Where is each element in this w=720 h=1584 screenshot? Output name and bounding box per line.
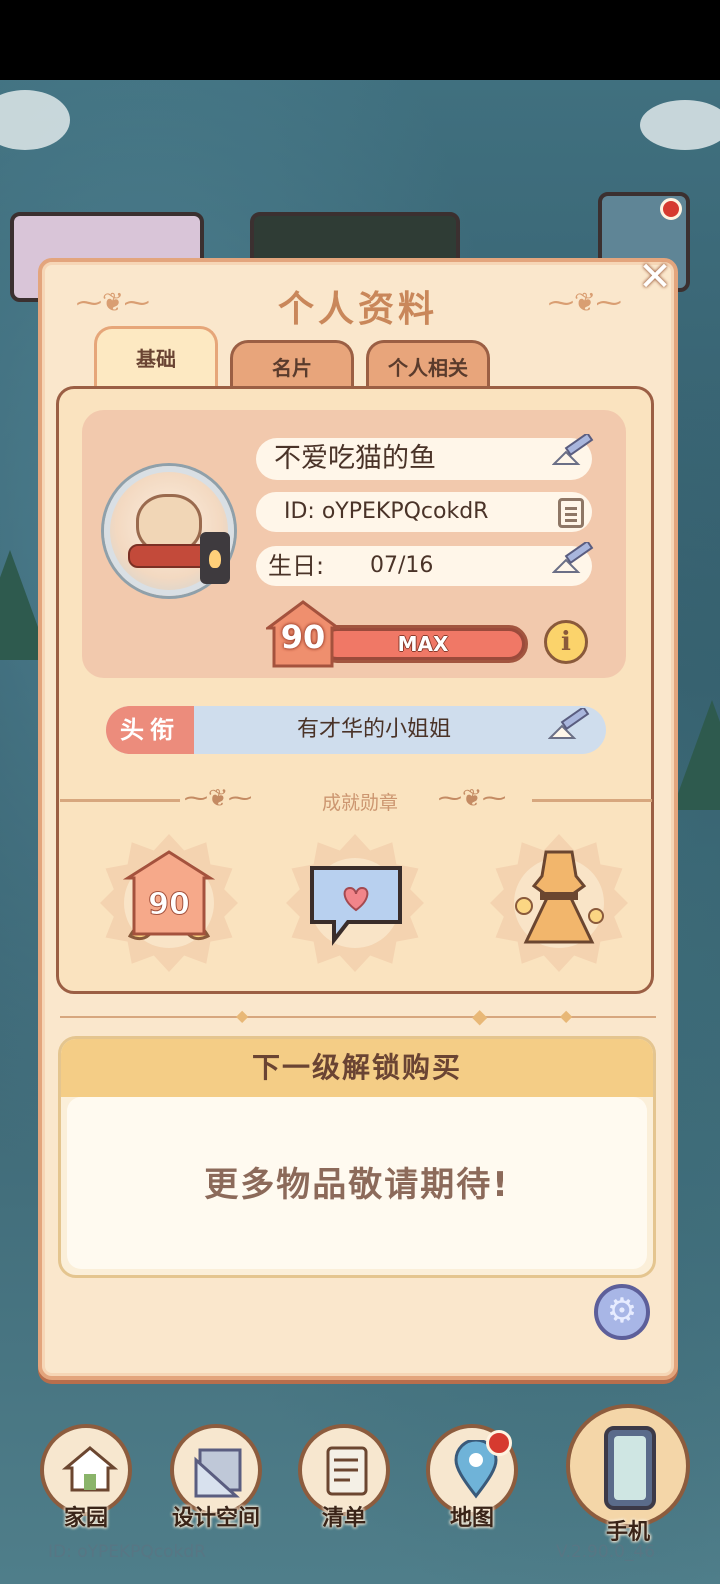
unlock-message: 更多物品敬请期待! <box>204 1165 510 1205</box>
footer-version: V.2.90.0_46 <box>556 1542 656 1562</box>
level-max-label: MAX <box>397 632 449 656</box>
edit-birthday-pencil-icon[interactable] <box>552 542 596 576</box>
footer-player-id: ID: oYPEKPQcokdR <box>48 1542 206 1562</box>
medal-level-text: 90 <box>148 887 190 922</box>
lantern-icon <box>200 532 230 584</box>
background-snow <box>0 90 70 150</box>
edit-title-pencil-icon[interactable] <box>548 708 592 742</box>
background-notification-dot <box>660 198 682 220</box>
title-label: 头衔 <box>106 706 194 754</box>
background-snow <box>640 100 720 150</box>
tab-basic[interactable]: 基础 <box>94 326 218 388</box>
birthday-field: 生日: 07/16 <box>256 546 592 586</box>
title-ornament-right: ⁓❦⁓ <box>548 288 622 318</box>
nav-map-label: 地图 <box>449 1506 494 1531</box>
info-icon[interactable]: i <box>544 620 588 664</box>
nav-home-label: 家园 <box>63 1506 108 1531</box>
player-name: 不爱吃猫的鱼 <box>274 443 436 474</box>
nav-list-label: 清单 <box>321 1506 366 1531</box>
name-field: 不爱吃猫的鱼 <box>256 438 592 480</box>
medal-dress[interactable] <box>490 834 628 972</box>
player-id: ID: oYPEKPQcokdR <box>284 499 489 524</box>
level-badge: 90 <box>263 600 343 668</box>
tab-personal-label: 个人相关 <box>388 356 468 380</box>
birthday-value: 07/16 <box>370 553 434 578</box>
copy-id-icon[interactable] <box>558 498 584 528</box>
section-divider-right <box>532 799 652 802</box>
level-number: 90 <box>280 618 326 656</box>
title-value: 有才华的小姐姐 <box>296 717 451 742</box>
tab-card[interactable]: 名片 <box>230 340 354 388</box>
title-row: 头衔 有才华的小姐姐 <box>106 706 606 754</box>
id-field: ID: oYPEKPQcokdR <box>256 492 592 532</box>
map-notification-dot <box>486 1430 512 1456</box>
tab-basic-label: 基础 <box>136 347 176 371</box>
unlock-box: 下一级解锁购买 更多物品敬请期待! <box>58 1036 656 1278</box>
level-90-medal-icon: 90 <box>122 850 216 941</box>
level-progress-bar: MAX <box>318 625 528 663</box>
ruler-icon <box>194 1448 242 1498</box>
unlock-body: 更多物品敬请期待! <box>67 1097 647 1269</box>
tab-card-label: 名片 <box>272 356 312 380</box>
divider-diamond-icon: ◆ <box>560 1006 573 1025</box>
divider-diamond-icon: ◆ <box>236 1006 249 1025</box>
dress-medal-icon <box>515 850 604 944</box>
house-icon <box>62 1446 118 1492</box>
edit-name-pencil-icon[interactable] <box>552 434 596 468</box>
nav-design-label: 设计空间 <box>171 1506 260 1531</box>
section-ornament-right: ⁓❦⁓ <box>438 784 507 812</box>
list-icon <box>326 1446 368 1496</box>
tab-personal[interactable]: 个人相关 <box>366 340 490 388</box>
phone-icon <box>604 1426 656 1510</box>
medal-level-90[interactable]: 90 <box>100 834 238 972</box>
close-button[interactable]: ✕ <box>634 256 676 298</box>
divider-diamond-icon: ◆ <box>472 1004 488 1028</box>
birthday-label: 生日: <box>268 552 325 580</box>
medal-heart-chat[interactable] <box>286 834 424 972</box>
unlock-header: 下一级解锁购买 <box>61 1039 653 1097</box>
nav-phone[interactable] <box>566 1404 690 1528</box>
status-bar <box>0 0 720 80</box>
settings-gear-icon[interactable]: ⚙ <box>594 1284 650 1340</box>
heart-chat-medal-icon <box>310 866 402 946</box>
